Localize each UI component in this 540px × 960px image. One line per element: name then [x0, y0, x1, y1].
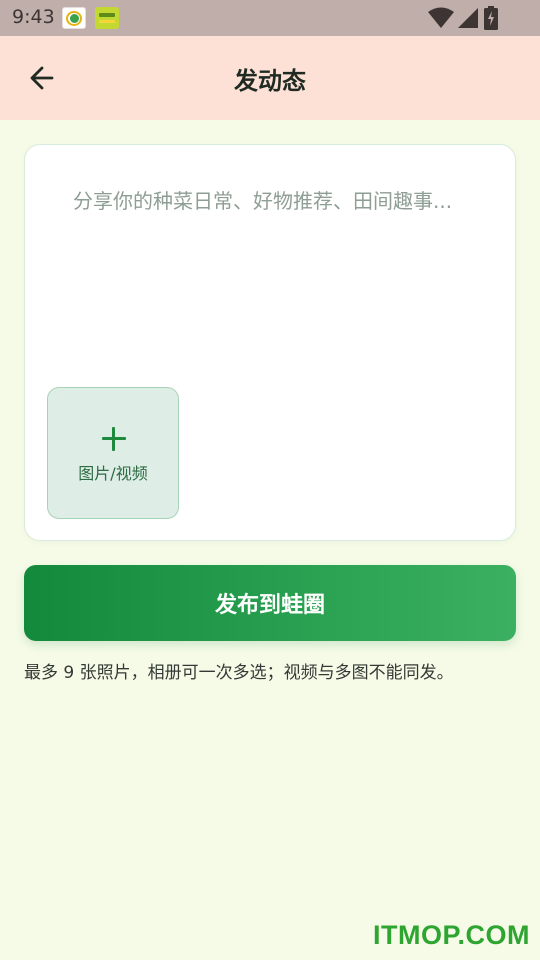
post-content-input[interactable]	[73, 185, 473, 365]
back-button[interactable]	[22, 58, 62, 98]
plus-icon	[101, 426, 127, 452]
composer-card: 图片/视频	[24, 144, 516, 541]
signal-icon	[458, 8, 478, 28]
watermark-text: ITMOP.COM	[372, 920, 530, 950]
publish-button[interactable]: 发布到蛙圈	[24, 565, 516, 641]
app-notification-icon-2	[95, 7, 119, 29]
app-header: 发动态	[0, 36, 540, 120]
status-time: 9:43	[12, 6, 55, 28]
battery-icon	[484, 6, 498, 30]
add-media-button[interactable]: 图片/视频	[47, 387, 179, 519]
arrow-left-icon	[30, 66, 54, 90]
status-bar: 9:43	[0, 0, 540, 36]
page-title: 发动态	[234, 66, 306, 95]
wifi-icon	[428, 7, 454, 28]
app-notification-icon	[62, 7, 86, 29]
add-media-label: 图片/视频	[78, 464, 148, 483]
upload-hint-text: 最多 9 张照片，相册可一次多选；视频与多图不能同发。	[24, 663, 454, 683]
